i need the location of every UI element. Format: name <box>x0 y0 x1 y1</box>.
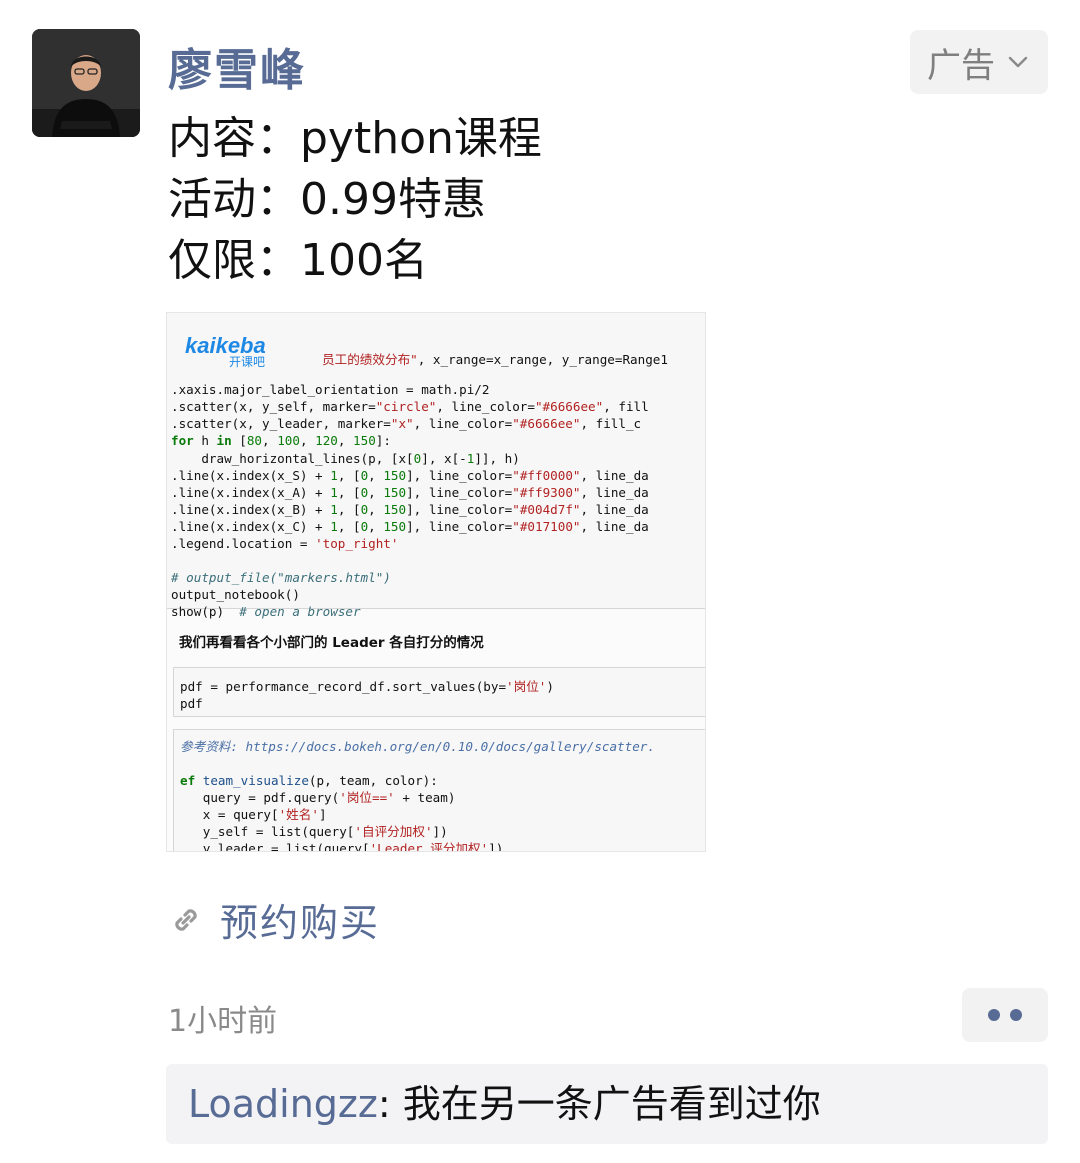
comment-text: 我在另一条广告看到过你 <box>402 1082 821 1126</box>
code-title-line: 员工的绩效分布", x_range=x_range, y_range=Range… <box>322 352 668 367</box>
more-dots-icon <box>1010 1009 1022 1021</box>
comment-separator: : <box>377 1082 403 1126</box>
reserve-link[interactable]: 预约购买 <box>168 892 380 947</box>
ad-label: 广告 <box>927 45 995 86</box>
post-line-limit: 仅限：100名 <box>168 235 428 286</box>
kaikeba-logo: kaikeba 开课吧 <box>185 333 266 369</box>
author-avatar[interactable] <box>32 29 140 137</box>
author-name[interactable]: 廖雪峰 <box>168 34 306 98</box>
post-image[interactable]: ​ .xaxis.major_label_orientation = math.… <box>166 312 706 852</box>
chevron-down-icon <box>1008 56 1028 68</box>
notebook-heading: 我们再看看各个小部门的 Leader 各自打分的情况 <box>179 635 484 651</box>
avatar-image <box>32 29 140 137</box>
code-cell-sort: pdf = performance_record_df.sort_values(… <box>173 667 705 717</box>
reserve-link-label: 预约购买 <box>220 901 381 945</box>
post-text: 内容：python课程 活动：0.99特惠 仅限：100名 <box>168 108 542 291</box>
post-time: 1小时前 <box>168 1004 278 1039</box>
post-line-activity: 活动：0.99特惠 <box>168 174 486 225</box>
more-actions-button[interactable] <box>962 988 1048 1042</box>
link-icon <box>175 908 197 931</box>
code-cell-visualize: 参考资料: https://docs.bokeh.org/en/0.10.0/d… <box>173 729 705 851</box>
ad-tag-button[interactable]: 广告 <box>910 30 1048 94</box>
post-line-content: 内容：python课程 <box>168 113 542 164</box>
comment-item[interactable]: Loadingzz: 我在另一条广告看到过你 <box>166 1064 1048 1144</box>
more-dots-icon <box>988 1009 1000 1021</box>
comment-user[interactable]: Loadingzz <box>188 1082 378 1126</box>
